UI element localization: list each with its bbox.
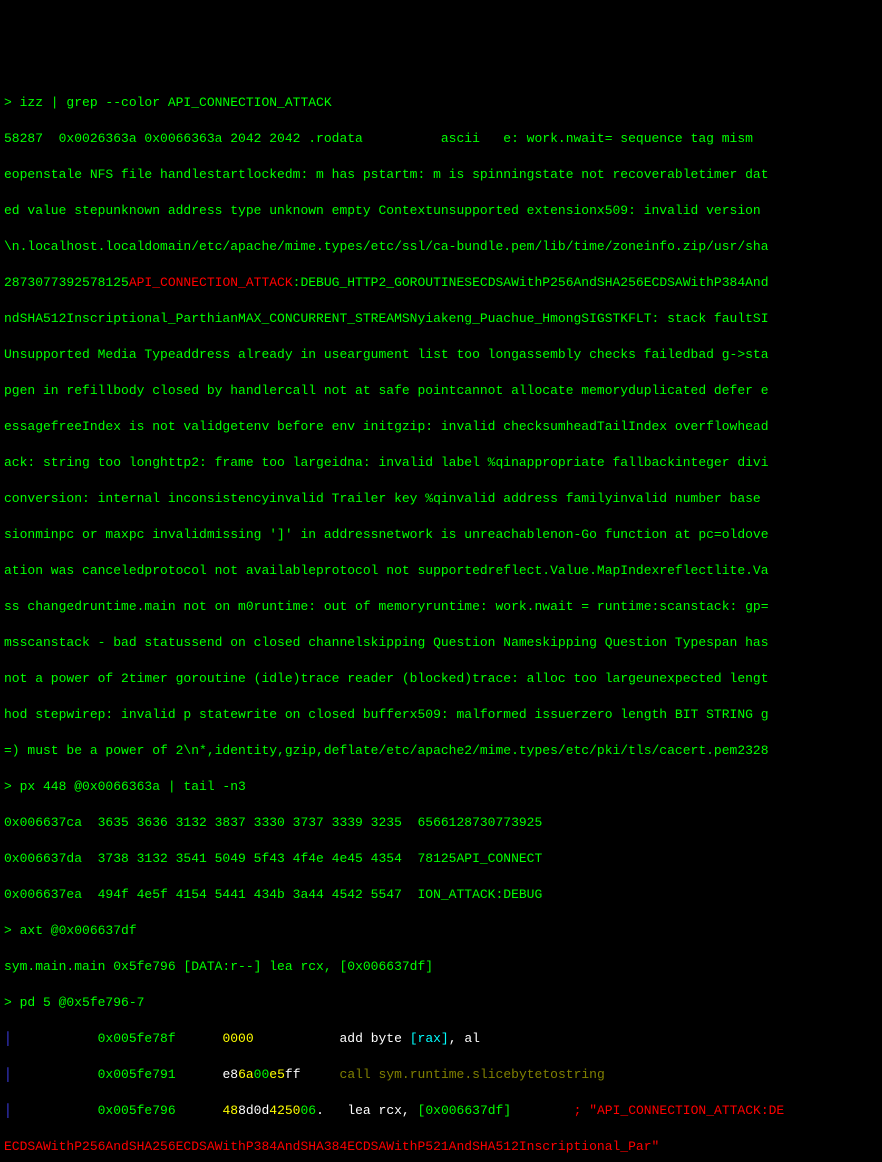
strings-output: 58287 0x0026363a 0x0066363a 2042 2042 .r… — [4, 130, 878, 148]
strings-output: ndSHA512Inscriptional_ParthianMAX_CONCUR… — [4, 310, 878, 328]
grep-match: API_CONNECTION_ATTACK — [129, 275, 293, 290]
strings-output: sionminpc or maxpc invalidmissing ']' in… — [4, 526, 878, 544]
prompt-cmd-izz[interactable]: > izz | grep --color API_CONNECTION_ATTA… — [4, 95, 332, 110]
hexdump-row: 0x006637ca 3635 3636 3132 3837 3330 3737… — [4, 814, 878, 832]
strings-output: essagefreeIndex is not validgetenv befor… — [4, 418, 878, 436]
strings-output: msscanstack - bad statussend on closed c… — [4, 634, 878, 652]
hexdump-row: 0x006637ea 494f 4e5f 4154 5441 434b 3a44… — [4, 886, 878, 904]
xref-comment: ; "API_CONNECTION_ATTACK:DE — [574, 1103, 785, 1118]
axt-output: sym.main.main 0x5fe796 [DATA:r--] lea rc… — [4, 958, 878, 976]
strings-output: ation was canceledprotocol not available… — [4, 562, 878, 580]
disasm-row: │ 0x005fe791 e86a00e5ff call sym.runtime… — [4, 1066, 878, 1084]
strings-output: ss changedruntime.main not on m0runtime:… — [4, 598, 878, 616]
xref-comment-wrap: ECDSAWithP256AndSHA256ECDSAWithP384AndSH… — [4, 1138, 878, 1156]
disasm-row: │ 0x005fe796 488d0d425006. lea rcx, [0x0… — [4, 1102, 878, 1120]
strings-output: conversion: internal inconsistencyinvali… — [4, 490, 878, 508]
terminal-output: > izz | grep --color API_CONNECTION_ATTA… — [4, 76, 878, 1162]
prompt-cmd-px[interactable]: > px 448 @0x0066363a | tail -n3 — [4, 778, 878, 796]
disasm-row: │ 0x005fe78f 0000 add byte [rax], al — [4, 1030, 878, 1048]
strings-output: not a power of 2timer goroutine (idle)tr… — [4, 670, 878, 688]
strings-output-match: 2873077392578125API_CONNECTION_ATTACK:DE… — [4, 274, 878, 292]
strings-output: =) must be a power of 2\n*,identity,gzip… — [4, 742, 878, 760]
strings-output: hod stepwirep: invalid p statewrite on c… — [4, 706, 878, 724]
strings-output: Unsupported Media Typeaddress already in… — [4, 346, 878, 364]
prompt-cmd-axt[interactable]: > axt @0x006637df — [4, 922, 878, 940]
strings-output: eopenstale NFS file handlestartlockedm: … — [4, 166, 878, 184]
strings-output: ed value stepunknown address type unknow… — [4, 202, 878, 220]
strings-output: pgen in refillbody closed by handlercall… — [4, 382, 878, 400]
hexdump-row: 0x006637da 3738 3132 3541 5049 5f43 4f4e… — [4, 850, 878, 868]
prompt-cmd-pd[interactable]: > pd 5 @0x5fe796-7 — [4, 994, 878, 1012]
strings-output: ack: string too longhttp2: frame too lar… — [4, 454, 878, 472]
strings-output: \n.localhost.localdomain/etc/apache/mime… — [4, 238, 878, 256]
